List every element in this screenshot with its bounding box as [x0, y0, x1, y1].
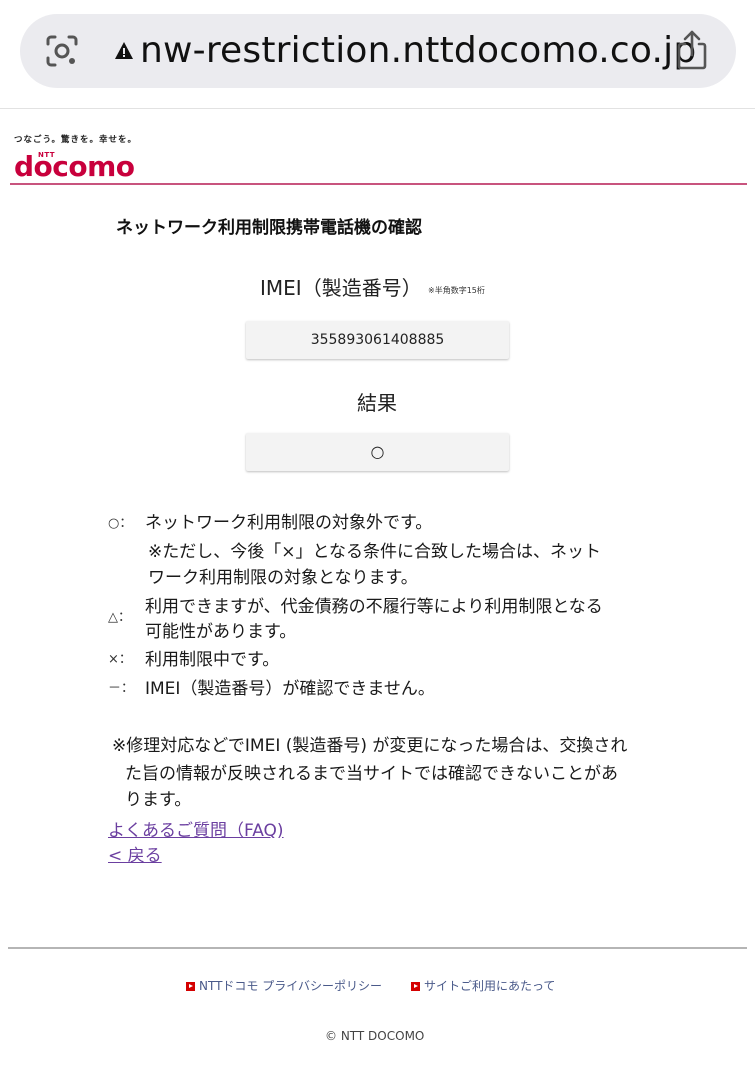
warning-icon	[115, 42, 133, 59]
imei-value-field: 355893061408885	[246, 321, 509, 359]
privacy-policy-link[interactable]: NTTドコモ プライバシーポリシー	[186, 977, 382, 994]
repair-note-line-2: た旨の情報が反映されるまで当サイトでは確認できないことがあ	[125, 764, 618, 784]
legend-triangle-symbol: △：	[108, 610, 131, 625]
imei-label: IMEI（製造番号）	[260, 276, 422, 300]
arrow-bullet-icon	[411, 982, 420, 991]
camera-search-icon[interactable]	[42, 31, 82, 71]
back-link[interactable]: < 戻る	[108, 841, 162, 866]
legend-dash-symbol: －：	[108, 681, 135, 696]
result-value-field: ○	[246, 433, 509, 471]
address-bar[interactable]: nw-restriction.nttdocomo.co.jp	[20, 14, 736, 88]
legend-cross-text: 利用制限中です。	[145, 650, 280, 670]
repair-note-line-1: ※修理対応などでIMEI (製造番号) が変更になった場合は、交換され	[112, 736, 628, 756]
header-divider	[10, 183, 747, 185]
page-title: ネットワーク利用制限携帯電話機の確認	[116, 218, 422, 238]
faq-link[interactable]: よくあるご質問（FAQ)	[108, 816, 284, 841]
legend-circle-note-2: ワーク利用制限の対象となります。	[148, 568, 418, 588]
share-icon[interactable]	[672, 28, 712, 72]
legend-circle-symbol: ○：	[108, 516, 133, 531]
docomo-logo[interactable]: docomo	[14, 152, 135, 182]
result-label: 結果	[357, 391, 397, 415]
repair-note-line-3: ります。	[125, 790, 192, 810]
arrow-bullet-icon	[186, 982, 195, 991]
legend-dash-text: IMEI（製造番号）が確認できません。	[145, 679, 435, 699]
site-terms-link[interactable]: サイトご利用にあたって	[411, 977, 555, 994]
legend-cross-symbol: ×：	[108, 652, 132, 667]
privacy-policy-label: NTTドコモ プライバシーポリシー	[199, 979, 383, 993]
logo-tagline: つなごう。驚きを。幸せを。	[14, 135, 137, 145]
legend-circle-note-1: ※ただし、今後「×」となる条件に合致した場合は、ネット	[148, 542, 601, 562]
footer-divider	[8, 947, 747, 949]
site-terms-label: サイトご利用にあたって	[424, 979, 556, 993]
browser-toolbar: nw-restriction.nttdocomo.co.jp	[0, 0, 755, 109]
legend-circle-text: ネットワーク利用制限の対象外です。	[145, 513, 433, 533]
url-text[interactable]: nw-restriction.nttdocomo.co.jp	[140, 28, 696, 74]
legend-triangle-text-1: 利用できますが、代金債務の不履行等により利用制限となる	[145, 597, 603, 617]
legend-triangle-text-2: 可能性があります。	[145, 622, 297, 642]
copyright: © NTT DOCOMO	[325, 1029, 425, 1043]
imei-note: ※半角数字15桁	[428, 286, 485, 295]
